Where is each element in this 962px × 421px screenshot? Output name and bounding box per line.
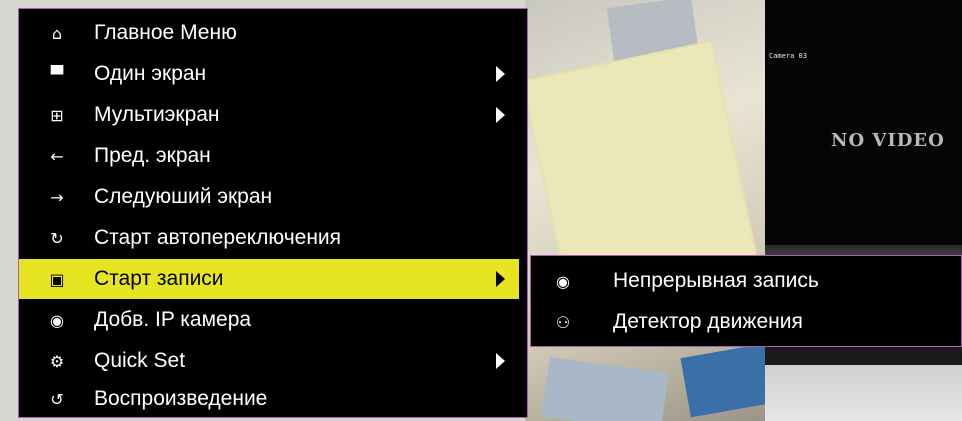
menu-item-label: Старт записи (94, 267, 224, 290)
add-ip-camera-icon: ◉ (50, 310, 64, 330)
menu-item-label: Старт автопереключения (94, 226, 342, 249)
menu-item-label: Мультиэкран (94, 103, 220, 126)
multiscreen-icon: ⊞ (50, 105, 64, 125)
home-icon: ⌂ (51, 23, 63, 43)
menu-item-multiscreen[interactable]: ⊞ Мультиэкран (19, 95, 527, 135)
record-submenu: ◉ Непрерывная запись ⚇ Детектор движения (530, 255, 962, 347)
single-screen-icon: ▀ (50, 64, 64, 84)
menu-item-main-menu[interactable]: ⌂ Главное Меню (19, 13, 527, 53)
camera-feed-2[interactable]: Camera 03 NO VIDEO (765, 0, 962, 245)
menu-item-quick-set[interactable]: ⚙ Quick Set (19, 341, 527, 381)
menu-item-start-auto-switch[interactable]: ↻ Старт автопереключения (19, 218, 527, 258)
menu-item-label: Следуюший экран (94, 185, 273, 208)
record-icon: ▣ (49, 269, 65, 289)
feed-object (541, 356, 669, 421)
submenu-item-label: Непрерывная запись (613, 269, 819, 292)
menu-item-label: Пред. экран (94, 144, 211, 167)
camera-label: Camera 03 (769, 52, 807, 60)
menu-item-playback[interactable]: ↺ Воспроизведение (19, 379, 527, 419)
chevron-right-icon (496, 66, 505, 82)
menu-item-label: Quick Set (94, 349, 186, 372)
chevron-right-icon (496, 271, 505, 287)
continuous-record-icon: ◉ (556, 271, 570, 291)
chevron-right-icon (496, 353, 505, 369)
menu-item-start-recording[interactable]: ▣ Старт записи (19, 259, 519, 299)
menu-item-label: Добв. IP камера (94, 308, 252, 331)
menu-item-add-ip-camera[interactable]: ◉ Добв. IP камера (19, 300, 527, 340)
menu-item-next-screen[interactable]: → Следуюший экран (19, 177, 527, 217)
menu-item-single-screen[interactable]: ▀ Один экран (19, 54, 527, 94)
submenu-item-motion-detection[interactable]: ⚇ Детектор движения (531, 302, 961, 342)
arrow-left-icon: ← (50, 146, 64, 166)
motion-detect-icon: ⚇ (555, 312, 571, 332)
submenu-item-label: Детектор движения (613, 310, 803, 333)
menu-item-previous-screen[interactable]: ← Пред. экран (19, 136, 527, 176)
menu-item-label: Главное Меню (94, 21, 237, 44)
chevron-right-icon (496, 107, 505, 123)
playback-icon: ↺ (50, 389, 64, 409)
menu-item-label: Воспроизведение (94, 387, 268, 410)
submenu-item-continuous-record[interactable]: ◉ Непрерывная запись (531, 261, 961, 301)
arrow-right-icon: → (50, 187, 64, 207)
camera-feed-1[interactable] (525, 0, 765, 421)
no-video-label: NO VIDEO (831, 130, 945, 151)
auto-switch-icon: ↻ (50, 228, 64, 248)
gear-icon: ⚙ (49, 351, 65, 371)
feed-object (680, 342, 765, 418)
menu-item-label: Один экран (94, 62, 207, 85)
context-menu: ⌂ Главное Меню ▀ Один экран ⊞ Мультиэкра… (18, 8, 528, 418)
